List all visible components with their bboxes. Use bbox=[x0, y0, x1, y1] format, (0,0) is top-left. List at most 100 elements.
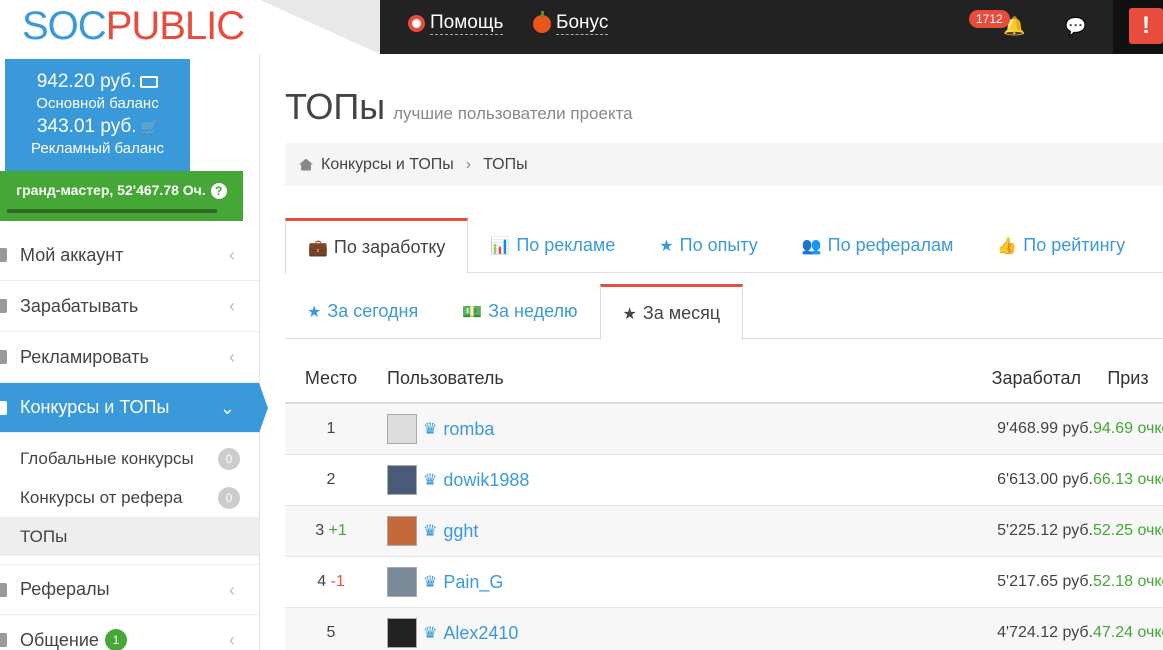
thumbs-up-icon: 👍 bbox=[997, 237, 1018, 255]
place-number: 4 bbox=[317, 573, 327, 590]
breadcrumb-separator: › bbox=[465, 155, 472, 173]
table-row: 3 +1 ♛ gght 5'225.12 руб. 52.25 очков bbox=[285, 506, 1163, 557]
chat-count-badge: 1 bbox=[104, 629, 127, 650]
earned-value: 6'613.00 руб. bbox=[997, 471, 1093, 488]
sidebar-item-chat[interactable]: Общение 1 ‹ bbox=[0, 615, 259, 650]
breadcrumb-item-tops: ТОПы bbox=[483, 155, 528, 173]
username-link[interactable]: romba bbox=[443, 419, 494, 440]
avatar[interactable] bbox=[387, 414, 417, 444]
sidebar-subitem-referrer-contests[interactable]: Конкурсы от рефера 0 bbox=[0, 478, 259, 517]
avatar[interactable] bbox=[387, 465, 417, 495]
prize-value: 94.69 очков bbox=[1093, 420, 1163, 437]
breadcrumb-item-contests[interactable]: Конкурсы и ТОПы bbox=[321, 156, 454, 174]
money-icon: 💵 bbox=[462, 303, 483, 321]
sidebar: 942.20 руб. Основной баланс 343.01 руб. 🛒… bbox=[0, 54, 268, 650]
tab-by-rating[interactable]: 👍 По рейтингу bbox=[975, 218, 1147, 273]
rank-change: +1 bbox=[328, 522, 347, 539]
ad-balance-amount: 343.01 руб. bbox=[36, 116, 137, 137]
help-link[interactable]: Помощь bbox=[408, 12, 504, 35]
earned-value: 9'468.99 руб. bbox=[997, 420, 1093, 437]
balance-box: 942.20 руб. Основной баланс 343.01 руб. 🛒… bbox=[5, 59, 190, 175]
sidebar-subitem-tops[interactable]: ТОПы bbox=[0, 517, 259, 556]
avatar[interactable] bbox=[387, 618, 417, 648]
tab-by-earnings[interactable]: 💼 По заработку bbox=[285, 218, 469, 274]
chevron-left-icon: ‹ bbox=[229, 296, 235, 316]
bar-chart-icon: 📊 bbox=[490, 237, 511, 255]
star-icon: ★ bbox=[307, 303, 322, 321]
tab-by-advertising[interactable]: 📊 По рекламе bbox=[468, 218, 637, 273]
page-title: ТОПы bbox=[285, 86, 386, 127]
question-icon[interactable]: ? bbox=[210, 183, 227, 199]
comments-icon bbox=[0, 633, 7, 647]
chevron-left-icon: ‹ bbox=[229, 580, 235, 600]
sidebar-item-contests[interactable]: Конкурсы и ТОПы ⌄ bbox=[0, 383, 268, 433]
count-badge: 0 bbox=[218, 487, 240, 509]
tab-month[interactable]: ★ За месяц bbox=[599, 284, 744, 340]
tops-table: Место Пользователь Заработал Приз 1 ♛ ro… bbox=[285, 355, 1163, 650]
crown-icon: ♛ bbox=[423, 472, 438, 489]
tab-today[interactable]: ★ За сегодня bbox=[285, 284, 440, 339]
cart-icon: 🛒 bbox=[140, 119, 159, 135]
tab-week[interactable]: 💵 За неделю bbox=[440, 284, 599, 339]
page-subtitle: лучшие пользователи проекта bbox=[393, 104, 633, 123]
prize-value: 52.18 очков bbox=[1093, 573, 1163, 590]
breadcrumb: Конкурсы и ТОПы › ТОПы bbox=[285, 143, 1163, 186]
briefcase-icon bbox=[0, 299, 7, 313]
rank-change: -1 bbox=[330, 573, 345, 590]
avatar[interactable] bbox=[387, 567, 417, 597]
briefcase-icon: 💼 bbox=[308, 239, 328, 257]
place-number: 2 bbox=[326, 471, 336, 488]
main-balance-label: Основной баланс bbox=[36, 95, 159, 112]
users-icon: 👥 bbox=[801, 237, 822, 255]
apple-icon bbox=[533, 10, 551, 33]
place-number: 1 bbox=[326, 420, 336, 437]
users-icon bbox=[0, 583, 7, 597]
username-link[interactable]: Pain_G bbox=[443, 572, 503, 593]
username-link[interactable]: dowik1988 bbox=[443, 470, 529, 491]
sidebar-item-referrals[interactable]: Рефералы ‹ bbox=[0, 564, 259, 615]
chevron-left-icon: ‹ bbox=[229, 347, 235, 367]
rank-text: гранд-мастер, 52'467.78 Оч. bbox=[16, 182, 206, 198]
trophy-icon bbox=[0, 401, 7, 415]
sidebar-menu: Мой аккаунт ‹ Зарабатывать ‹ Рекламирова… bbox=[0, 230, 268, 650]
logo[interactable]: SOCPUBLIC bbox=[22, 4, 245, 49]
prize-value: 47.24 очков bbox=[1093, 624, 1163, 641]
crown-icon: ♛ bbox=[423, 421, 438, 438]
home-icon[interactable] bbox=[299, 158, 313, 171]
user-icon bbox=[0, 248, 7, 262]
rank-progress-bar bbox=[7, 209, 217, 213]
sidebar-item-account[interactable]: Мой аккаунт ‹ bbox=[0, 230, 259, 281]
earned-value: 5'217.65 руб. bbox=[997, 573, 1093, 590]
chat-icon[interactable]: 💬 bbox=[1065, 17, 1086, 37]
count-badge: 0 bbox=[218, 448, 240, 470]
table-row: 2 ♛ dowik1988 6'613.00 руб. 66.13 очков bbox=[285, 455, 1163, 506]
sidebar-item-advertise[interactable]: Рекламировать ‹ bbox=[0, 332, 259, 383]
logo-area[interactable]: SOCPUBLIC bbox=[0, 0, 380, 54]
table-header: Место Пользователь Заработал Приз bbox=[285, 355, 1163, 404]
sidebar-item-earn[interactable]: Зарабатывать ‹ bbox=[0, 281, 259, 332]
tab-by-experience[interactable]: ★ По опыту bbox=[637, 218, 779, 273]
sidebar-subitem-global-contests[interactable]: Глобальные конкурсы 0 bbox=[0, 439, 259, 478]
chevron-down-icon: ⌄ bbox=[219, 398, 235, 418]
avatar[interactable] bbox=[387, 516, 417, 546]
top-bar: SOCPUBLIC Помощь Бонус 🔔 1712 💬 ! bbox=[0, 0, 1163, 54]
chevron-left-icon: ‹ bbox=[229, 630, 235, 650]
username-link[interactable]: gght bbox=[443, 521, 478, 542]
category-tabs: 💼 По заработку 📊 По рекламе ★ По опыту 👥… bbox=[285, 218, 1163, 274]
chevron-left-icon: ‹ bbox=[229, 245, 235, 265]
period-tabs: ★ За сегодня 💵 За неделю ★ За месяц bbox=[285, 284, 1163, 340]
main-balance-amount: 942.20 руб. bbox=[36, 71, 137, 92]
star-icon: ★ bbox=[622, 305, 637, 323]
table-row: 1 ♛ romba 9'468.99 руб. 94.69 очков bbox=[285, 404, 1163, 455]
chart-icon bbox=[0, 350, 7, 364]
alert-button[interactable]: ! bbox=[1113, 0, 1163, 54]
tab-by-referrals[interactable]: 👥 По рефералам bbox=[780, 218, 976, 273]
crown-icon: ♛ bbox=[423, 523, 438, 540]
username-link[interactable]: Alex2410 bbox=[443, 623, 518, 644]
bonus-link[interactable]: Бонус bbox=[533, 10, 609, 35]
crown-icon: ♛ bbox=[423, 625, 438, 642]
crown-icon: ♛ bbox=[423, 574, 438, 591]
earned-value: 4'724.12 руб. bbox=[997, 624, 1093, 641]
notification-count-badge[interactable]: 1712 bbox=[969, 10, 1010, 28]
lifebuoy-icon bbox=[408, 15, 425, 32]
